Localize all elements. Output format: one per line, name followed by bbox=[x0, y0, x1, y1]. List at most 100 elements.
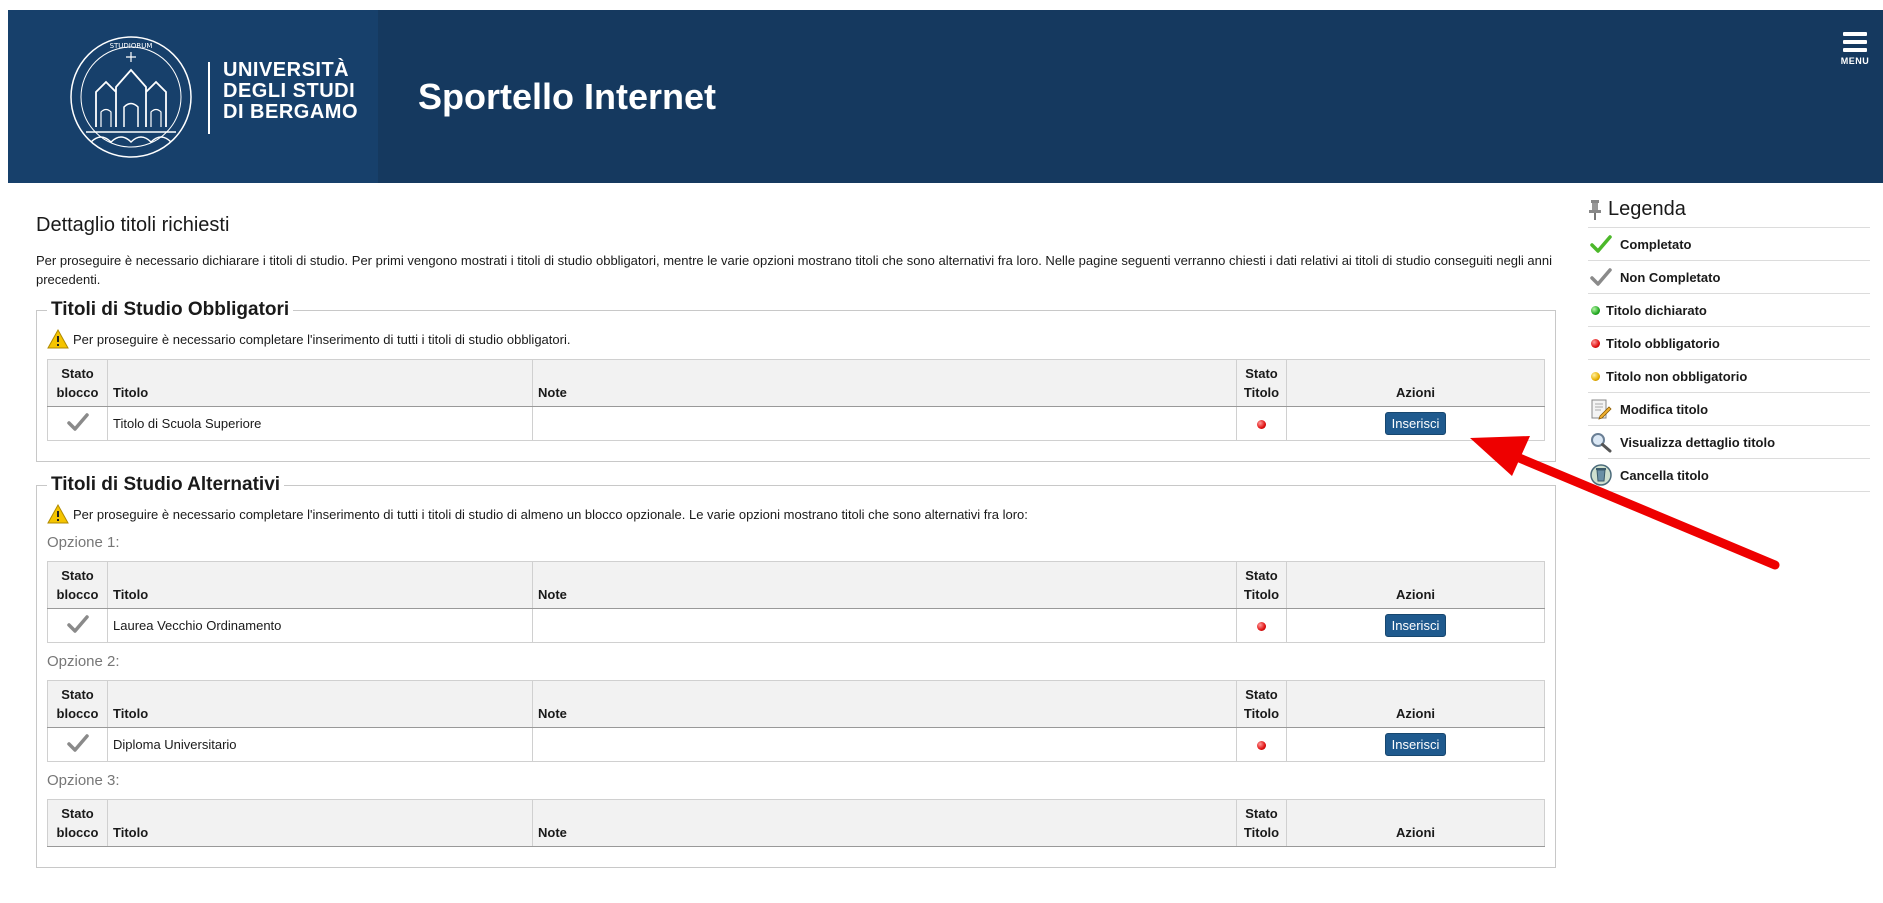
col-azioni: Azioni bbox=[1286, 799, 1545, 847]
actions-cell: Inserisci bbox=[1286, 727, 1545, 762]
hamburger-icon-bar bbox=[1843, 48, 1867, 52]
legend-item-titolo-non-obbligatorio: Titolo non obbligatorio bbox=[1588, 360, 1870, 393]
col-label: Stato bbox=[1245, 687, 1278, 702]
check-grey-icon bbox=[66, 734, 89, 752]
university-name-line3: DI BERGAMO bbox=[223, 101, 358, 123]
title-status-cell bbox=[1236, 727, 1287, 762]
col-note: Note bbox=[532, 359, 1237, 407]
legend-item-label: Non Completato bbox=[1620, 269, 1721, 285]
col-titolo: Titolo bbox=[107, 799, 533, 847]
legend-item-cancella: Cancella titolo bbox=[1588, 459, 1870, 492]
intro-text: Per proseguire è necessario dichiarare i… bbox=[36, 253, 1553, 287]
legend-item-label: Titolo obbligatorio bbox=[1606, 335, 1720, 351]
table-header-row: Stato blocco Titolo Note Stato Titolo Azio… bbox=[47, 561, 1545, 609]
col-label: Titolo bbox=[1243, 825, 1280, 840]
red-dot-icon bbox=[1590, 338, 1600, 348]
insert-button[interactable]: Inserisci bbox=[1384, 614, 1447, 637]
red-dot-icon bbox=[1257, 741, 1266, 751]
col-azioni: Azioni bbox=[1286, 561, 1545, 609]
check-grey-icon bbox=[66, 615, 89, 633]
delete-icon bbox=[1590, 464, 1612, 486]
col-titolo: Titolo bbox=[107, 359, 533, 407]
col-stato-blocco: Stato blocco bbox=[47, 561, 108, 609]
col-label: Stato bbox=[61, 568, 94, 583]
warning-icon bbox=[47, 504, 69, 524]
legend-item-completato: Completato bbox=[1588, 228, 1870, 261]
menu-button[interactable]: MENU bbox=[1835, 32, 1875, 80]
option-label: Opzione 2: bbox=[47, 653, 120, 670]
red-dot-icon bbox=[1257, 622, 1266, 632]
title-cell: Titolo di Scuola Superiore bbox=[107, 406, 533, 441]
university-logo[interactable]: STUDIORUM UNIVERSITÀ DEGLI STUDI DI BERG… bbox=[8, 10, 378, 183]
hamburger-icon bbox=[1843, 32, 1867, 36]
legend-title: Legenda bbox=[1608, 198, 1686, 220]
col-label: Stato bbox=[61, 366, 94, 381]
warning-message: Per proseguire è necessario completare l… bbox=[47, 329, 1545, 349]
legend-item-modifica: Modifica titolo bbox=[1588, 393, 1870, 426]
legend-header: Legenda bbox=[1588, 198, 1870, 228]
legend-item-visualizza: Visualizza dettaglio titolo bbox=[1588, 426, 1870, 459]
red-dot-icon bbox=[1257, 420, 1266, 430]
col-titolo: Titolo bbox=[107, 680, 533, 728]
legend-item-label: Cancella titolo bbox=[1620, 467, 1709, 483]
option-label: Opzione 3: bbox=[47, 772, 120, 789]
col-label: Stato bbox=[61, 806, 94, 821]
col-note: Note bbox=[532, 799, 1237, 847]
page-title: Dettaglio titoli richiesti bbox=[36, 214, 230, 236]
actions-cell: Inserisci bbox=[1286, 608, 1545, 643]
alternative-titles-section: Titoli di Studio Alternativi Per prosegu… bbox=[36, 474, 1556, 868]
col-label: Titolo bbox=[1243, 385, 1280, 400]
col-label: blocco bbox=[56, 825, 99, 840]
insert-button[interactable]: Inserisci bbox=[1384, 733, 1447, 756]
green-dot-icon bbox=[1590, 305, 1600, 315]
col-label: Stato bbox=[1245, 366, 1278, 381]
title-status-cell bbox=[1236, 608, 1287, 643]
legend-panel: Legenda Completato Non Completato Titolo… bbox=[1588, 198, 1870, 492]
mandatory-titles-section: Titoli di Studio Obbligatori Per prosegu… bbox=[36, 299, 1556, 462]
col-label: Stato bbox=[61, 687, 94, 702]
titles-table: Stato blocco Titolo Note Stato Titolo Azio… bbox=[47, 680, 1545, 762]
menu-label: MENU bbox=[1840, 56, 1870, 66]
legend-item-titolo-dichiarato: Titolo dichiarato bbox=[1588, 294, 1870, 327]
check-green-icon bbox=[1590, 235, 1612, 253]
hamburger-icon-bar bbox=[1843, 40, 1867, 44]
university-seal-icon: STUDIORUM bbox=[70, 36, 192, 158]
title-cell: Diploma Universitario bbox=[107, 727, 533, 762]
col-label: Titolo bbox=[1243, 587, 1280, 602]
col-stato-blocco: Stato blocco bbox=[47, 799, 108, 847]
insert-button[interactable]: Inserisci bbox=[1384, 412, 1447, 435]
note-cell bbox=[532, 727, 1237, 762]
block-status-cell bbox=[47, 406, 108, 441]
col-note: Note bbox=[532, 561, 1237, 609]
main-content: Dettaglio titoli richiesti Per proseguir… bbox=[36, 214, 1556, 880]
edit-icon bbox=[1591, 399, 1612, 420]
section-title-mandatory: Titoli di Studio Obbligatori bbox=[51, 299, 290, 320]
svg-text:STUDIORUM: STUDIORUM bbox=[110, 42, 153, 50]
table-header-row: Stato blocco Titolo Note Stato Titolo Azio… bbox=[47, 359, 1545, 407]
col-azioni: Azioni bbox=[1286, 359, 1545, 407]
table-row: Diploma Universitario Inserisci bbox=[47, 727, 1545, 762]
col-label: blocco bbox=[56, 706, 99, 721]
col-stato-titolo: Stato Titolo bbox=[1236, 561, 1287, 609]
col-label: Stato bbox=[1245, 806, 1278, 821]
university-name-line2: DEGLI STUDI bbox=[223, 80, 356, 102]
warning-message: Per proseguire è necessario completare l… bbox=[47, 504, 1545, 524]
university-name-line1: UNIVERSITÀ bbox=[223, 59, 350, 81]
yellow-dot-icon bbox=[1590, 371, 1600, 381]
logo-divider bbox=[208, 62, 210, 134]
warning-icon bbox=[47, 329, 69, 349]
warning-text: Per proseguire è necessario completare l… bbox=[73, 331, 571, 347]
col-azioni: Azioni bbox=[1286, 680, 1545, 728]
warning-text: Per proseguire è necessario completare l… bbox=[73, 506, 1028, 522]
table-row: Laurea Vecchio Ordinamento Inserisci bbox=[47, 608, 1545, 643]
legend-item-label: Modifica titolo bbox=[1620, 401, 1709, 417]
col-stato-titolo: Stato Titolo bbox=[1236, 359, 1287, 407]
title-status-cell bbox=[1236, 406, 1287, 441]
titles-table: Stato blocco Titolo Note Stato Titolo Azio… bbox=[47, 799, 1545, 847]
university-name: UNIVERSITÀ DEGLI STUDI DI BERGAMO bbox=[223, 60, 358, 123]
magnifier-icon bbox=[1591, 433, 1612, 453]
legend-item-non-completato: Non Completato bbox=[1588, 261, 1870, 294]
title-cell: Laurea Vecchio Ordinamento bbox=[107, 608, 533, 643]
col-stato-titolo: Stato Titolo bbox=[1236, 799, 1287, 847]
titles-table: Stato blocco Titolo Note Stato Titolo Azio… bbox=[47, 359, 1545, 441]
